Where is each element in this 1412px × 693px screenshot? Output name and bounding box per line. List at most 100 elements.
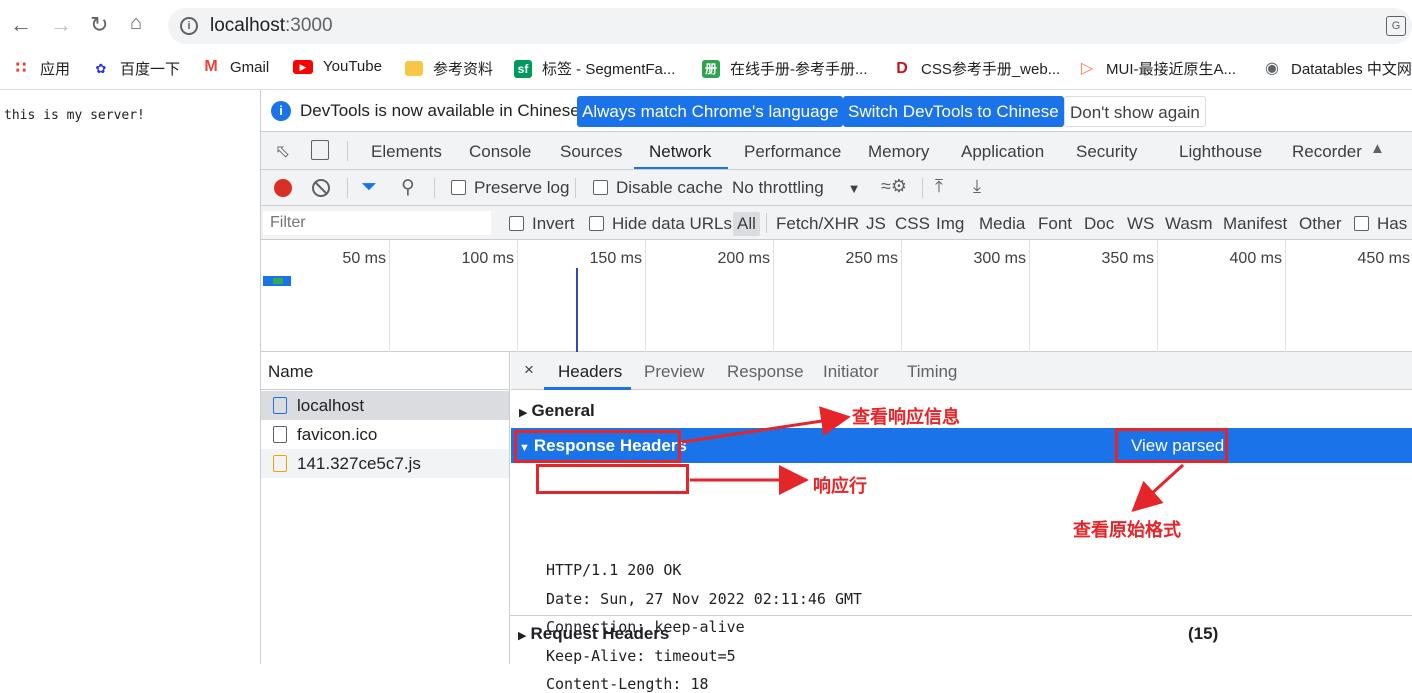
bookmark-css-manual[interactable]: D CSS参考手册_web... [893,58,1060,79]
checkbox-icon [1354,216,1369,231]
tab-elements[interactable]: Elements [371,142,442,162]
filter-type-media[interactable]: Media [979,214,1025,234]
tab-performance[interactable]: Performance [744,142,841,162]
filter-type-fetch-xhr[interactable]: Fetch/XHR [776,214,859,234]
bookmark-youtube[interactable]: ▶ YouTube [293,58,382,75]
disable-cache-checkbox[interactable]: Disable cache [593,178,723,198]
tab-application[interactable]: Application [961,142,1044,162]
translate-icon[interactable]: G [1386,16,1406,36]
export-har-icon[interactable]: ⤓ [973,176,981,197]
bookmark-label: Datatables 中文网 [1291,61,1412,78]
tab-sources[interactable]: Sources [560,142,622,162]
tab-timing[interactable]: Timing [907,362,957,382]
tab-lighthouse[interactable]: Lighthouse [1179,142,1262,162]
filter-input[interactable] [263,211,491,235]
preserve-log-checkbox[interactable]: Preserve log [451,178,569,198]
always-match-language-button[interactable]: Always match Chrome's language [577,96,844,127]
disable-cache-label: Disable cache [616,178,723,197]
request-name: 141.327ce5c7.js [297,454,421,473]
throttling-select[interactable]: No throttling ▼ [732,178,861,198]
request-headers-section-header[interactable]: ▶ Request Headers (15) [510,624,1412,644]
page-body-text: this is my server! [4,108,145,123]
raw-header-line: Keep-Alive: timeout=5 [546,647,736,665]
bookmark-apps[interactable]: ∷ 应用 [12,58,70,79]
bookmark-datatables[interactable]: ◉ Datatables 中文网 [1263,58,1412,79]
file-icon [273,426,287,443]
inspect-element-icon[interactable]: ⬁ [275,141,290,162]
annotation-box-status-line [536,464,689,494]
request-name: favicon.ico [297,425,378,444]
mui-icon: ▷ [1080,59,1094,77]
dont-show-again-button[interactable]: Don't show again [1064,96,1206,127]
bookmark-label: YouTube [323,58,382,75]
address-bar[interactable]: i localhost:3000 G [168,8,1412,44]
timeline-tick: 400 ms [1229,250,1282,267]
filter-type-js[interactable]: JS [866,214,886,234]
bookmark-baidu[interactable]: ✿ 百度一下 [92,58,180,79]
device-toggle-icon[interactable] [311,140,329,160]
filter-type-manifest[interactable]: Manifest [1223,214,1287,234]
network-conditions-icon[interactable]: ≈⚙ [881,176,907,197]
baidu-paw-icon: ✿ [95,60,107,76]
segmentfault-icon: sf [514,59,532,78]
general-section-header[interactable]: ▶ General [511,401,1412,421]
infobar-message: DevTools is now available in Chinese! [300,101,585,120]
request-headers-label: Request Headers [530,624,670,643]
filter-funnel-icon[interactable]: ⏷ [361,176,377,199]
filter-type-other[interactable]: Other [1299,214,1342,234]
name-column-header[interactable]: Name [261,352,509,390]
tab-memory[interactable]: Memory [868,142,929,162]
bookmark-label: 应用 [40,61,71,78]
invert-checkbox[interactable]: Invert [509,214,575,234]
filter-type-font[interactable]: Font [1038,214,1072,234]
document-icon [273,397,287,414]
tab-recorder[interactable]: Recorder [1292,142,1362,162]
home-icon[interactable]: ⌂ [130,12,142,35]
bookmark-label: 参考资料 [433,61,494,78]
filter-type-img[interactable]: Img [936,214,964,234]
request-row[interactable]: localhost [261,391,509,420]
tab-preview[interactable]: Preview [644,362,704,382]
forward-icon[interactable]: → [50,12,72,38]
bookmark-folder[interactable]: 参考资料 [405,58,493,79]
filter-type-wasm[interactable]: Wasm [1165,214,1213,234]
tab-headers[interactable]: Headers [558,362,622,382]
tab-initiator[interactable]: Initiator [823,362,879,382]
hide-data-urls-checkbox[interactable]: Hide data URLs [589,214,732,234]
bookmark-manual[interactable]: 册 在线手册-参考手册... [702,58,868,79]
bookmark-segmentfault[interactable]: sf 标签 - SegmentFa... [514,58,675,79]
site-info-icon[interactable]: i [180,17,198,35]
has-blocked-label: Has [1377,214,1408,233]
filter-type-all[interactable]: All [733,212,760,236]
active-tab-indicator [544,387,631,390]
reload-icon[interactable]: ↻ [90,12,108,38]
preserve-log-label: Preserve log [474,178,570,197]
tab-console[interactable]: Console [469,142,531,162]
info-icon: i [271,101,291,121]
record-icon[interactable] [274,179,292,197]
import-har-icon[interactable]: ⤒ [935,176,943,197]
clear-icon[interactable] [312,179,330,197]
network-timeline-overview[interactable]: 50 ms 100 ms 150 ms 200 ms 250 ms 300 ms… [261,240,1412,352]
switch-to-chinese-button[interactable]: Switch DevTools to Chinese [843,96,1064,127]
request-row[interactable]: favicon.ico [261,420,509,449]
has-blocked-cookies-checkbox[interactable]: Has [1354,214,1407,234]
search-icon[interactable]: ⚲ [401,176,415,199]
bookmark-mui[interactable]: ▷ MUI-最接近原生A... [1078,58,1236,79]
filter-type-css[interactable]: CSS [895,214,930,234]
active-tab-indicator [634,167,728,169]
tab-network[interactable]: Network [649,142,711,162]
bookmark-gmail[interactable]: M Gmail [202,58,269,76]
tab-response[interactable]: Response [727,362,804,382]
devtools-tab-bar: ⬁ Elements Console Sources Network Perfo… [261,132,1412,170]
close-details-button[interactable]: × [524,360,534,380]
bookmark-label: 标签 - SegmentFa... [542,61,676,78]
timeline-tick: 50 ms [342,250,386,267]
url-text[interactable]: localhost:3000 [210,15,333,37]
back-icon[interactable]: ← [10,12,32,38]
request-row[interactable]: 141.327ce5c7.js [261,449,509,478]
tab-security[interactable]: Security [1076,142,1137,162]
manual-icon: 册 [702,59,720,78]
filter-type-ws[interactable]: WS [1127,214,1154,234]
filter-type-doc[interactable]: Doc [1084,214,1114,234]
